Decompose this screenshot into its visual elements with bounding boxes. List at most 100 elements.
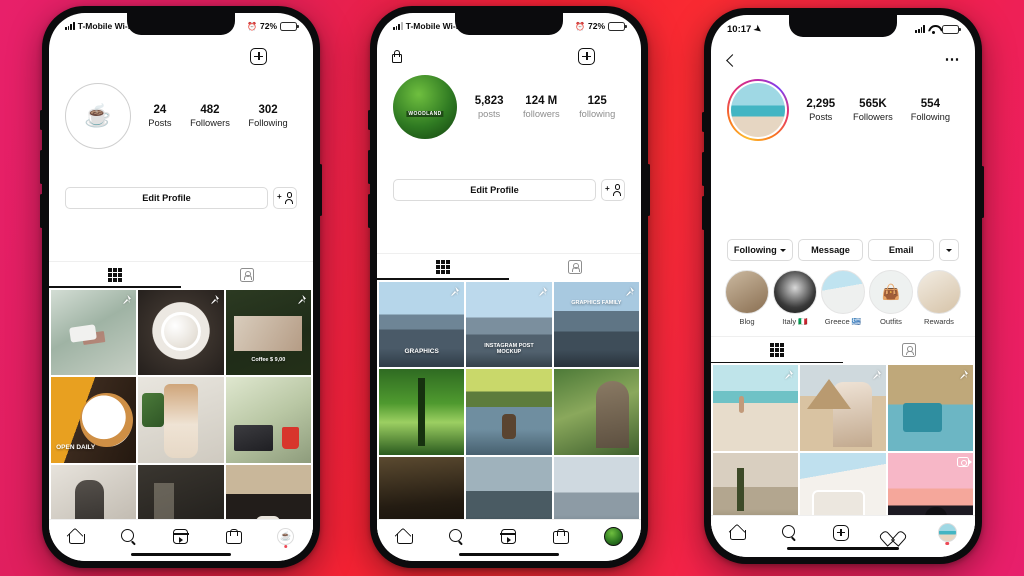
nav-reels[interactable] <box>172 529 190 544</box>
highlight-label: Outfits <box>880 317 902 327</box>
post-overlay-text: GRAPHICS <box>404 348 439 356</box>
shop-icon <box>552 529 569 544</box>
home-indicator <box>131 552 231 556</box>
nav-profile[interactable] <box>603 527 623 546</box>
grid-post[interactable] <box>553 369 639 455</box>
nav-search[interactable] <box>121 529 136 544</box>
stat-followers[interactable]: 482 Followers <box>190 103 230 129</box>
grid-post[interactable] <box>800 365 886 451</box>
discover-people-button[interactable]: + <box>601 179 625 201</box>
nav-home[interactable] <box>68 529 85 544</box>
email-button[interactable]: Email <box>868 239 935 262</box>
nav-search[interactable] <box>781 525 797 540</box>
stat-following[interactable]: 302 Following <box>248 103 287 129</box>
nav-search[interactable] <box>448 529 464 544</box>
edit-profile-button[interactable]: Edit Profile <box>65 187 268 209</box>
nav-profile[interactable] <box>937 523 957 545</box>
battery-icon <box>608 21 627 31</box>
volume-up-button[interactable] <box>368 150 371 184</box>
nav-shop[interactable] <box>225 529 242 544</box>
grid-post[interactable] <box>225 377 311 463</box>
grid-post[interactable] <box>466 369 552 455</box>
coffee-cup-icon: ☕ <box>84 103 112 128</box>
tab-grid[interactable] <box>711 337 843 363</box>
silent-switch <box>40 110 43 130</box>
nav-create[interactable] <box>832 524 849 541</box>
grid-post[interactable] <box>887 365 973 451</box>
stat-following[interactable]: 125 following <box>579 94 615 120</box>
post-thumbnail <box>379 369 465 455</box>
story-highlight[interactable]: Greece 🇬🇷 <box>821 270 865 326</box>
active-tab-underline <box>711 361 843 364</box>
grid-post[interactable] <box>138 290 224 376</box>
more-actions-button[interactable] <box>939 239 960 262</box>
grid-post[interactable]: OPEN DAILY <box>51 377 137 463</box>
volume-down-button[interactable] <box>40 194 43 228</box>
profile-header-bar: ⋯ <box>711 43 975 73</box>
grid-post[interactable]: Coffee $ 9,00 <box>225 290 311 376</box>
profile-avatar[interactable]: WOODLAND <box>393 75 457 139</box>
menu-button[interactable] <box>281 52 299 61</box>
phone-2-screen: T-Mobile Wi-Fi ⏰ 72% WOODLAND 5,823 post… <box>377 13 641 561</box>
stat-followers[interactable]: 565K Followers <box>853 97 893 123</box>
edit-profile-button[interactable]: Edit Profile <box>393 179 596 201</box>
volume-down-button[interactable] <box>368 194 371 228</box>
reels-icon <box>499 529 517 544</box>
message-button[interactable]: Message <box>797 239 864 262</box>
grid-post[interactable] <box>138 377 224 463</box>
tab-tagged[interactable] <box>843 337 975 363</box>
power-button[interactable] <box>981 166 984 218</box>
story-highlight[interactable]: Rewards <box>917 270 961 326</box>
profile-avatar[interactable]: ☕ <box>65 83 131 149</box>
profile-avatar-icon: ☕ <box>277 528 295 545</box>
stat-following[interactable]: 554 Following <box>911 97 950 123</box>
nav-reels[interactable] <box>499 529 517 544</box>
private-account-button[interactable] <box>391 49 402 63</box>
notch <box>127 13 235 35</box>
nav-profile[interactable]: ☕ <box>277 528 295 548</box>
menu-button[interactable] <box>609 52 627 61</box>
chevron-left-icon <box>726 53 739 67</box>
lock-icon <box>391 49 402 63</box>
grid-tab-icon <box>108 268 122 282</box>
pin-badge-icon <box>958 369 969 380</box>
story-highlight[interactable]: Blog <box>725 270 769 326</box>
highlight-label: Greece 🇬🇷 <box>824 317 862 327</box>
volume-down-button[interactable] <box>702 196 705 230</box>
nav-activity[interactable] <box>885 526 901 540</box>
back-button[interactable] <box>725 53 739 67</box>
grid-post[interactable]: GRAPHICS FAMILY <box>553 282 639 368</box>
story-highlight[interactable]: 👜 Outfits <box>869 270 913 326</box>
add-post-button[interactable] <box>578 47 595 65</box>
tab-grid[interactable] <box>377 254 509 280</box>
profile-avatar[interactable] <box>727 79 790 142</box>
tab-tagged[interactable] <box>181 262 313 288</box>
nav-shop[interactable] <box>552 529 569 544</box>
grid-post[interactable]: GRAPHICS <box>379 282 465 368</box>
profile-summary: 2,295 Posts 565K Followers 554 Following <box>711 73 975 142</box>
grid-post[interactable] <box>51 290 137 376</box>
stat-posts[interactable]: 2,295 Posts <box>806 97 835 123</box>
add-post-button[interactable] <box>250 47 267 65</box>
highlight-cover: 👜 <box>869 270 913 315</box>
power-button[interactable] <box>319 164 322 216</box>
stat-followers[interactable]: 124 M followers <box>523 94 560 120</box>
stat-posts[interactable]: 24 Posts <box>148 103 171 129</box>
tab-grid[interactable] <box>49 262 181 288</box>
power-button[interactable] <box>647 164 650 216</box>
volume-up-button[interactable] <box>702 152 705 186</box>
grid-post[interactable]: INSTAGRAM POST MOCKUP <box>466 282 552 368</box>
grid-post[interactable] <box>713 365 799 451</box>
story-highlight[interactable]: Italy 🇮🇹 <box>773 270 817 326</box>
discover-people-button[interactable]: + <box>273 187 297 209</box>
grid-post[interactable] <box>379 369 465 455</box>
stat-posts[interactable]: 5,823 posts <box>475 94 504 120</box>
more-options-button[interactable]: ⋯ <box>945 52 962 67</box>
volume-up-button[interactable] <box>40 150 43 184</box>
heart-icon <box>885 526 901 540</box>
tab-tagged[interactable] <box>509 254 641 280</box>
profile-avatar-icon <box>937 523 957 542</box>
following-button[interactable]: Following <box>727 239 793 262</box>
nav-home[interactable] <box>729 525 747 540</box>
nav-home[interactable] <box>396 529 413 544</box>
